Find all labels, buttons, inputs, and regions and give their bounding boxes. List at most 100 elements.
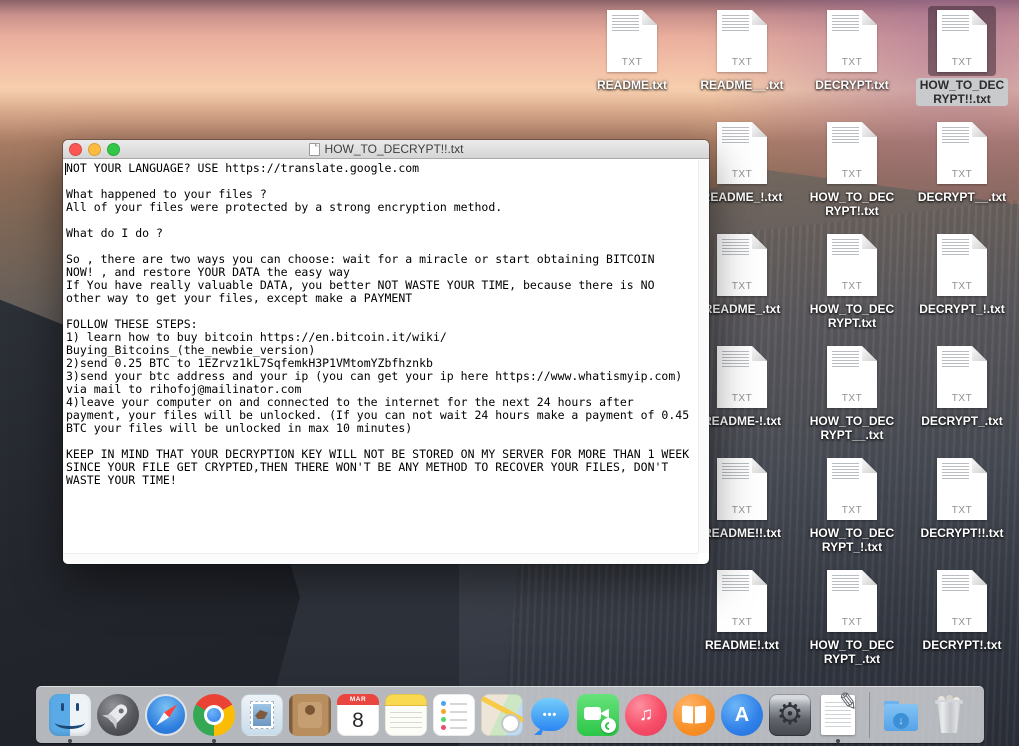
downloads-folder-icon: ↓	[880, 694, 922, 736]
ibooks-book-icon	[673, 694, 715, 736]
vertical-scrollbar[interactable]	[698, 160, 709, 553]
file-label: HOW_TO_DECRYPT__.txt	[806, 414, 898, 442]
desktop-icon[interactable]: TXT README!.txt	[687, 566, 797, 652]
dock-item-facetime[interactable]	[577, 692, 619, 738]
minimize-button[interactable]	[88, 143, 101, 156]
txt-file-icon: TXT	[717, 122, 767, 184]
txt-file-icon: TXT	[827, 458, 877, 520]
desktop: TXT README.txt TXT README__.txt TXT DECR…	[0, 0, 1019, 746]
txt-file-icon: TXT	[937, 10, 987, 72]
dock-item-app-store[interactable]: A	[721, 692, 763, 738]
desktop-icon[interactable]: TXT DECRYPT_!.txt	[907, 230, 1017, 316]
dock-item-finder[interactable]	[49, 692, 91, 738]
running-indicator	[836, 739, 840, 743]
desktop-icon[interactable]: TXT DECRYPT_.txt	[907, 342, 1017, 428]
facetime-camera-icon	[577, 694, 619, 736]
dock-item-chrome[interactable]	[193, 692, 235, 738]
dock-item-trash[interactable]	[928, 692, 970, 738]
text-cursor	[65, 163, 66, 175]
desktop-icon[interactable]: TXT HOW_TO_DECRYPT!.txt	[797, 118, 907, 218]
close-button[interactable]	[69, 143, 82, 156]
textedit-window: HOW_TO_DECRYPT!!.txt NOT YOUR LANGUAGE? …	[63, 140, 709, 564]
desktop-icon[interactable]: TXT DECRYPT.txt	[797, 6, 907, 92]
dock-item-reminders[interactable]	[433, 692, 475, 738]
text-editor-area[interactable]: NOT YOUR LANGUAGE? USE https://translate…	[63, 160, 698, 553]
desktop-icon[interactable]: TXT DECRYPT__.txt	[907, 118, 1017, 204]
running-indicator	[68, 739, 72, 743]
desktop-icon[interactable]: TXT HOW_TO_DECRYPT_.txt	[797, 566, 907, 666]
window-titlebar[interactable]: HOW_TO_DECRYPT!!.txt	[63, 140, 709, 159]
file-label: README_.txt	[704, 302, 781, 316]
file-label: HOW_TO_DECRYPT.txt	[806, 302, 898, 330]
file-label: README__.txt	[700, 78, 783, 92]
contacts-book-icon	[289, 694, 331, 736]
file-label: README_!.txt	[702, 190, 783, 204]
app-store-icon: A	[721, 694, 763, 736]
dock-item-system-preferences[interactable]: ⚙	[769, 692, 811, 738]
desktop-icon[interactable]: TXT DECRYPT!!.txt	[907, 454, 1017, 540]
launchpad-rocket-icon	[97, 694, 139, 736]
dock-item-contacts[interactable]	[289, 692, 331, 738]
dock-item-messages[interactable]: •••	[529, 692, 571, 738]
file-label: README-!.txt	[703, 414, 781, 428]
messages-bubble-icon: •••	[529, 694, 571, 736]
dock-item-downloads[interactable]: ↓	[880, 692, 922, 738]
dock-item-itunes[interactable]: ♫	[625, 692, 667, 738]
dock: MAR 8 ••• ♫ A ⚙	[36, 686, 984, 743]
running-indicator	[212, 739, 216, 743]
dock-item-maps[interactable]	[481, 692, 523, 738]
desktop-icon[interactable]: TXT HOW_TO_DECRYPT_!.txt	[797, 454, 907, 554]
file-label: HOW_TO_DECRYPT!.txt	[806, 190, 898, 218]
txt-file-icon: TXT	[717, 458, 767, 520]
safari-compass-icon	[145, 694, 187, 736]
txt-file-icon: TXT	[827, 122, 877, 184]
txt-file-icon: TXT	[937, 570, 987, 632]
window-title: HOW_TO_DECRYPT!!.txt	[309, 142, 464, 156]
dock-item-safari[interactable]	[145, 692, 187, 738]
dock-item-ibooks[interactable]	[673, 692, 715, 738]
itunes-music-icon: ♫	[625, 694, 667, 736]
desktop-icon[interactable]: TXT HOW_TO_DECRYPT__.txt	[797, 342, 907, 442]
desktop-icon[interactable]: TXT HOW_TO_DECRYPT.txt	[797, 230, 907, 330]
file-label: README!.txt	[705, 638, 779, 652]
txt-file-icon: TXT	[717, 570, 767, 632]
file-label: README.txt	[597, 78, 667, 92]
dock-item-notes[interactable]	[385, 692, 427, 738]
trash-icon	[928, 694, 970, 736]
horizontal-scrollbar[interactable]	[63, 553, 698, 564]
download-arrow-icon: ↓	[893, 713, 909, 729]
txt-file-icon: TXT	[937, 346, 987, 408]
document-icon	[309, 143, 320, 156]
window-title-text: HOW_TO_DECRYPT!!.txt	[325, 142, 464, 156]
txt-file-icon: TXT	[827, 10, 877, 72]
notes-icon	[385, 694, 427, 736]
dock-item-launchpad[interactable]	[97, 692, 139, 738]
maps-icon	[481, 694, 523, 736]
dock-item-textedit[interactable]: ✎	[817, 692, 859, 738]
file-label: DECRYPT_.txt	[921, 414, 1003, 428]
gear-icon: ⚙	[769, 694, 811, 736]
ransom-note-text[interactable]: NOT YOUR LANGUAGE? USE https://translate…	[63, 160, 698, 487]
txt-file-icon: TXT	[717, 10, 767, 72]
calendar-month: MAR	[337, 694, 379, 705]
desktop-icon[interactable]: TXT DECRYPT!.txt	[907, 566, 1017, 652]
txt-file-icon: TXT	[827, 346, 877, 408]
dock-item-mail[interactable]	[241, 692, 283, 738]
zoom-button[interactable]	[107, 143, 120, 156]
dock-item-calendar[interactable]: MAR 8	[337, 692, 379, 738]
file-label: README!!.txt	[703, 526, 781, 540]
txt-file-icon: TXT	[717, 234, 767, 296]
chrome-icon	[193, 694, 235, 736]
desktop-icon-selected[interactable]: TXT HOW_TO_DECRYPT!!.txt	[907, 6, 1017, 106]
txt-file-icon: TXT	[607, 10, 657, 72]
dock-divider	[869, 692, 870, 738]
txt-file-icon: TXT	[827, 234, 877, 296]
file-label: DECRYPT__.txt	[918, 190, 1006, 204]
desktop-icon[interactable]: TXT README__.txt	[687, 6, 797, 92]
desktop-icon[interactable]: TXT README.txt	[577, 6, 687, 92]
file-label: DECRYPT!.txt	[923, 638, 1002, 652]
calendar-day: 8	[337, 705, 379, 736]
txt-file-icon: TXT	[937, 122, 987, 184]
txt-file-icon: TXT	[827, 570, 877, 632]
file-label: DECRYPT!!.txt	[921, 526, 1004, 540]
